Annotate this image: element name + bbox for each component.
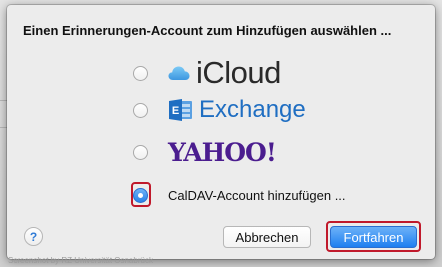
- radio-exchange[interactable]: [133, 102, 148, 118]
- option-caldav[interactable]: CalDAV-Account hinzufügen ...: [133, 180, 346, 210]
- dialog-title: Einen Erinnerungen-Account zum Hinzufüge…: [23, 23, 392, 38]
- caldav-label: CalDAV-Account hinzufügen ...: [168, 187, 346, 203]
- exchange-logo: E Exchange: [168, 96, 306, 124]
- help-button[interactable]: ?: [24, 227, 43, 246]
- exchange-label: Exchange: [199, 96, 306, 123]
- option-icloud[interactable]: iCloud: [133, 55, 281, 91]
- icloud-label: iCloud: [196, 55, 281, 90]
- radio-yahoo[interactable]: [133, 144, 148, 160]
- option-exchange[interactable]: E Exchange: [133, 95, 306, 125]
- yahoo-label: YAHOO!: [168, 137, 277, 167]
- screenshot-watermark: Screenshot by RZ Universität Osnabrück: [8, 256, 153, 265]
- cancel-button[interactable]: Abbrechen: [223, 226, 311, 248]
- svg-text:E: E: [172, 105, 179, 117]
- icloud-logo: iCloud: [168, 55, 281, 91]
- continue-button-highlight: [326, 221, 421, 252]
- exchange-logo-icon: E: [169, 99, 192, 121]
- radio-icloud[interactable]: [133, 65, 148, 81]
- option-yahoo[interactable]: YAHOO!: [133, 137, 277, 167]
- account-selection-sheet: Einen Erinnerungen-Account zum Hinzufüge…: [7, 5, 435, 259]
- help-icon: ?: [29, 229, 38, 244]
- caldav-radio-highlight: [131, 182, 151, 207]
- icloud-cloud-icon: [168, 66, 190, 80]
- yahoo-logo: YAHOO!: [168, 137, 277, 167]
